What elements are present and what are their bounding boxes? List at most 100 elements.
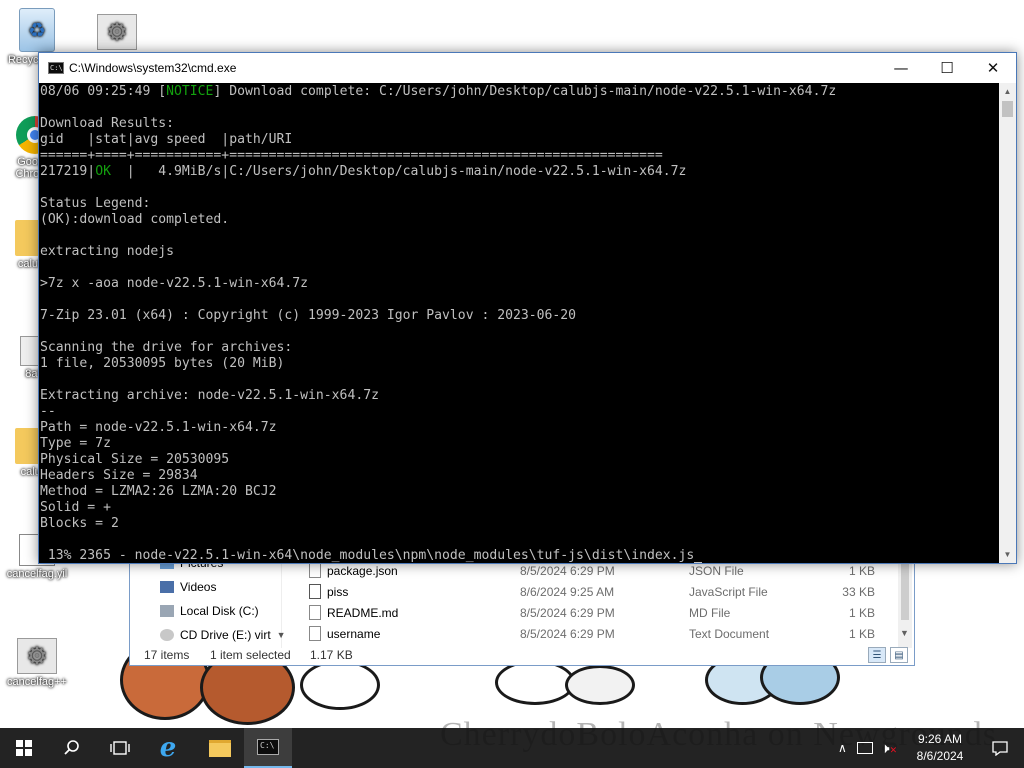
file-icon [309, 605, 321, 620]
console-text: Physical Size = 20530095 [40, 452, 230, 467]
console-line: Path = node-v22.5.1-win-x64.7z [40, 420, 1000, 436]
scroll-down-arrow-icon[interactable]: ▼ [999, 546, 1016, 563]
status-bar: 17 items 1 item selected 1.17 KB ☰ ▤ [130, 647, 914, 665]
console-text: 08/06 09:25:49 [ [40, 84, 167, 99]
console-line: Method = LZMA2:26 LZMA:20 BCJ2 [40, 484, 1000, 500]
file-list: package.json 8/5/2024 6:29 PM JSON File … [305, 556, 905, 648]
console-line: ======+====+===========+================… [40, 148, 1000, 164]
console-line: >7z x -aoa node-v22.5.1-win-x64.7z [40, 276, 1000, 292]
nav-item-cd-drive[interactable]: CD Drive (E:) virt ▼ [160, 628, 286, 642]
gear-icon: ⚙ [17, 638, 57, 674]
file-date: 8/6/2024 9:25 AM [520, 584, 615, 599]
console-text: -- [40, 404, 56, 419]
console-text: Scanning the drive for archives: [40, 340, 293, 355]
console-line: Scanning the drive for archives: [40, 340, 1000, 356]
nav-item-label: CD Drive (E:) virt [180, 628, 271, 642]
wallpaper-art-shoe [300, 660, 380, 710]
file-row[interactable]: username 8/5/2024 6:29 PM Text Document … [305, 623, 905, 644]
console-output[interactable]: 08/06 09:25:49 [NOTICE] Download complet… [39, 83, 1000, 563]
console-line: Type = 7z [40, 436, 1000, 452]
cd-drive-icon [160, 629, 174, 641]
file-size: 33 KB [842, 584, 875, 599]
console-text: Path = node-v22.5.1-win-x64.7z [40, 420, 277, 435]
close-button[interactable]: ✕ [970, 53, 1016, 83]
task-view-button[interactable] [96, 728, 144, 768]
navigation-pane: Pictures Videos Local Disk (C:) CD Drive… [130, 556, 286, 648]
command-prompt-icon: C:\ [257, 739, 279, 755]
file-row[interactable]: README.md 8/5/2024 6:29 PM MD File 1 KB [305, 602, 905, 623]
file-type: JavaScript File [689, 584, 768, 599]
volume-muted-icon[interactable]: 🕨✕ [881, 740, 897, 757]
taskbar-file-explorer[interactable] [196, 728, 244, 768]
selection-count: 1 item selected [210, 648, 291, 662]
file-type: JSON File [689, 563, 744, 578]
desktop-icon-gear[interactable]: ⚙ cancelfag++ [2, 638, 72, 688]
clock-date: 8/6/2024 [916, 749, 964, 763]
folder-icon [209, 739, 231, 757]
file-size: 1 KB [848, 605, 875, 620]
task-view-icon [110, 741, 130, 755]
console-line: Blocks = 2 [40, 516, 1000, 532]
show-hidden-icons-chevron-icon[interactable]: ∧ [838, 741, 847, 755]
nav-item-label: Videos [180, 580, 217, 594]
console-line: (OK):download completed. [40, 212, 1000, 228]
console-text: | 4.9MiB/s|C:/Users/john/Desktop/calubjs… [110, 164, 687, 179]
item-count: 17 items [144, 648, 190, 662]
scrollbar-thumb[interactable] [1002, 101, 1013, 117]
console-line: Physical Size = 20530095 [40, 452, 1000, 468]
system-tray: ∧ 🕨✕ [838, 728, 897, 768]
file-row[interactable]: piss 8/6/2024 9:25 AM JavaScript File 33… [305, 581, 905, 602]
file-date: 8/5/2024 6:29 PM [520, 563, 615, 578]
text-cursor [694, 551, 703, 563]
recycle-bin-icon: ♻ [19, 8, 55, 52]
file-name: piss [327, 584, 349, 599]
cmd-app-icon[interactable]: C:\ [48, 62, 64, 74]
start-button[interactable] [0, 728, 48, 768]
taskbar-clock[interactable]: 9:26 AM 8/6/2024 [908, 731, 972, 765]
console-text: Method = LZMA2:26 LZMA:20 BCJ2 [40, 484, 277, 499]
chevron-down-icon[interactable]: ▼ [277, 630, 286, 640]
console-text: Blocks = 2 [40, 516, 119, 531]
console-scrollbar[interactable]: ▲ ▼ [999, 83, 1016, 563]
scroll-down-arrow-icon[interactable]: ▼ [900, 628, 909, 638]
console-highlight: OK [95, 164, 111, 179]
minimize-button[interactable]: — [878, 53, 924, 83]
file-name: README.md [327, 605, 399, 620]
window-title: C:\Windows\system32\cmd.exe [69, 61, 237, 75]
file-name: package.json [327, 563, 398, 578]
file-name: username [327, 626, 381, 641]
taskbar-command-prompt[interactable]: C:\ [244, 728, 292, 768]
console-line: Download Results: [40, 116, 1000, 132]
nav-item-videos[interactable]: Videos [160, 580, 216, 594]
command-prompt-window: C:\ C:\Windows\system32\cmd.exe — ☐ ✕ 08… [38, 52, 1017, 564]
large-icons-view-button[interactable]: ▤ [890, 647, 908, 663]
maximize-button[interactable]: ☐ [924, 53, 970, 83]
script-icon [309, 584, 321, 599]
scroll-up-arrow-icon[interactable]: ▲ [999, 83, 1016, 100]
console-text: ] Download complete: C:/Users/john/Deskt… [213, 84, 837, 99]
console-text: ======+====+===========+================… [40, 148, 663, 163]
search-button[interactable] [48, 728, 96, 768]
network-icon[interactable] [856, 742, 873, 754]
file-type: Text Document [689, 626, 770, 641]
nav-item-local-disk[interactable]: Local Disk (C:) [160, 604, 259, 618]
file-size: 1 KB [848, 626, 875, 641]
console-line: 13% 2365 - node-v22.5.1-win-x64\node_mod… [40, 548, 1000, 563]
details-view-button[interactable]: ☰ [868, 647, 886, 663]
file-list-scrollbar[interactable]: ▼ [898, 556, 912, 648]
title-bar[interactable]: C:\ C:\Windows\system32\cmd.exe — ☐ ✕ [39, 53, 1016, 83]
console-line: Headers Size = 29834 [40, 468, 1000, 484]
console-line: 7-Zip 23.01 (x64) : Copyright (c) 1999-2… [40, 308, 1000, 324]
console-line: gid |stat|avg speed |path/URI [40, 132, 1000, 148]
desktop-icon-gear[interactable]: ⚙ [82, 14, 152, 52]
action-center-button[interactable] [976, 728, 1024, 768]
taskbar-internet-explorer[interactable]: e [144, 728, 192, 768]
scrollbar-thumb[interactable] [901, 564, 909, 620]
internet-explorer-icon: e [159, 733, 177, 763]
nav-item-label: Local Disk (C:) [180, 604, 259, 618]
